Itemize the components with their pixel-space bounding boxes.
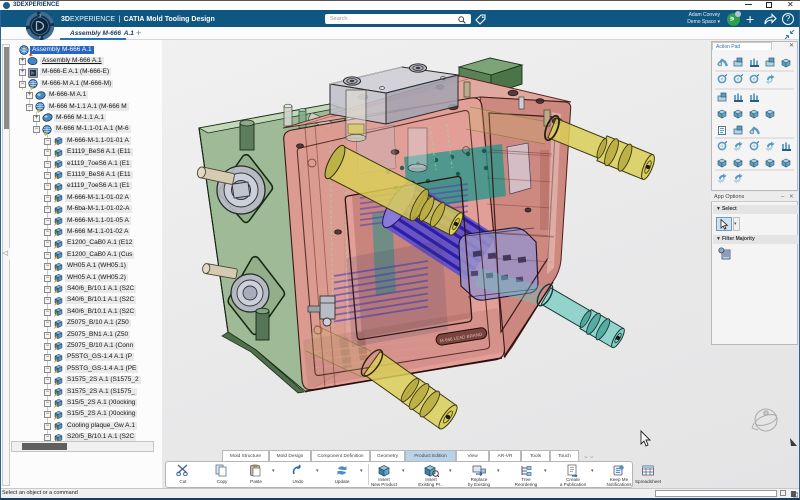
svg-text:▾: ▾: [39, 34, 41, 39]
